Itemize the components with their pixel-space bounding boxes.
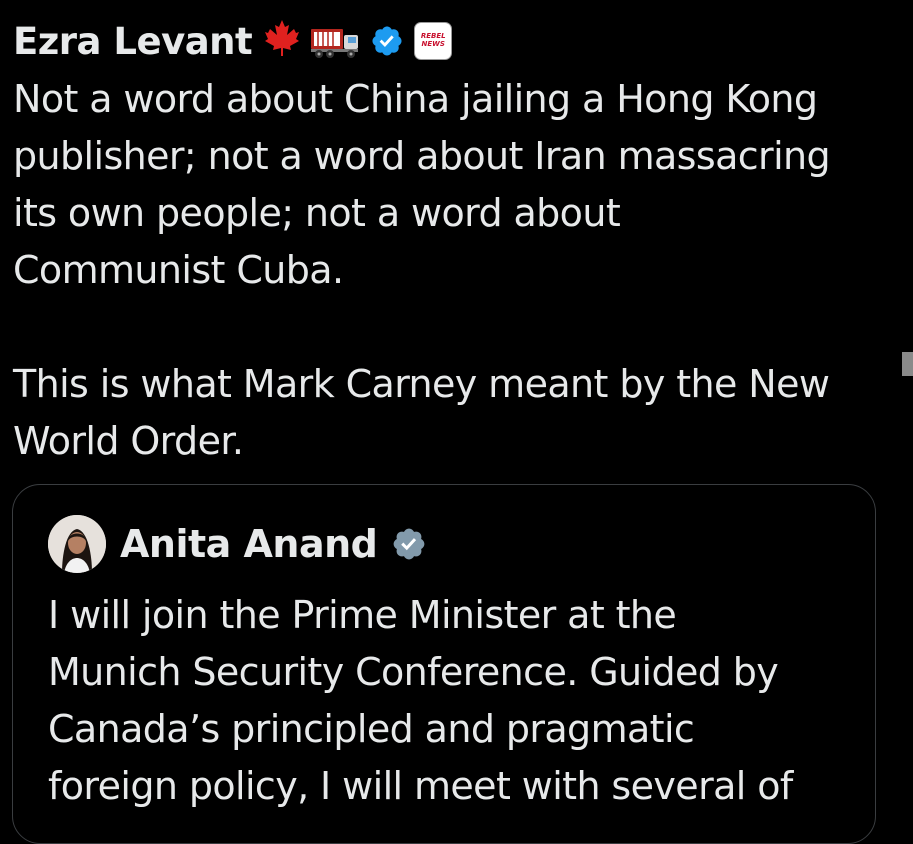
scrollbar-thumb[interactable] xyxy=(902,352,913,376)
tweet-text-line: This is what Mark Carney meant by the Ne… xyxy=(13,362,830,406)
quoted-tweet-header: Anita Anand xyxy=(48,515,427,573)
quoted-text-line: I will join the Prime Minister at the xyxy=(48,593,677,637)
tweet-text: Not a word about China jailing a Hong Ko… xyxy=(13,71,893,470)
truck-icon xyxy=(310,24,360,58)
quoted-tweet-card[interactable]: Anita Anand I will join the Prime Minist… xyxy=(12,484,876,844)
rebel-news-affiliate-icon[interactable]: REBEL NEWS xyxy=(414,22,453,60)
quoted-text-line: Munich Security Conference. Guided by xyxy=(48,650,779,694)
tweet-text-line: Not a word about China jailing a Hong Ko… xyxy=(13,77,818,121)
tweet-text-line: publisher; not a word about Iran massacr… xyxy=(13,134,831,178)
author-name[interactable]: Ezra Levant xyxy=(13,23,253,60)
tweet: Ezra Levant REBEL NEWS Not a word about … xyxy=(0,0,913,844)
tweet-text-line: its own people; not a word about xyxy=(13,191,621,235)
verified-badge-icon[interactable] xyxy=(370,24,404,58)
tweet-header: Ezra Levant REBEL NEWS xyxy=(13,14,453,68)
tweet-text-line: World Order. xyxy=(13,419,244,463)
government-verified-badge-icon[interactable] xyxy=(391,526,427,562)
maple-leaf-icon xyxy=(264,19,300,63)
quoted-text-line: foreign policy, I will meet with several… xyxy=(48,764,793,808)
quoted-tweet-text: I will join the Prime Minister at the Mu… xyxy=(48,587,868,815)
rebel-news-logo: REBEL NEWS xyxy=(420,32,446,48)
avatar[interactable] xyxy=(48,515,106,573)
quoted-author-name[interactable]: Anita Anand xyxy=(120,522,378,566)
tweet-text-line: Communist Cuba. xyxy=(13,248,344,292)
quoted-text-line: Canada’s principled and pragmatic xyxy=(48,707,695,751)
